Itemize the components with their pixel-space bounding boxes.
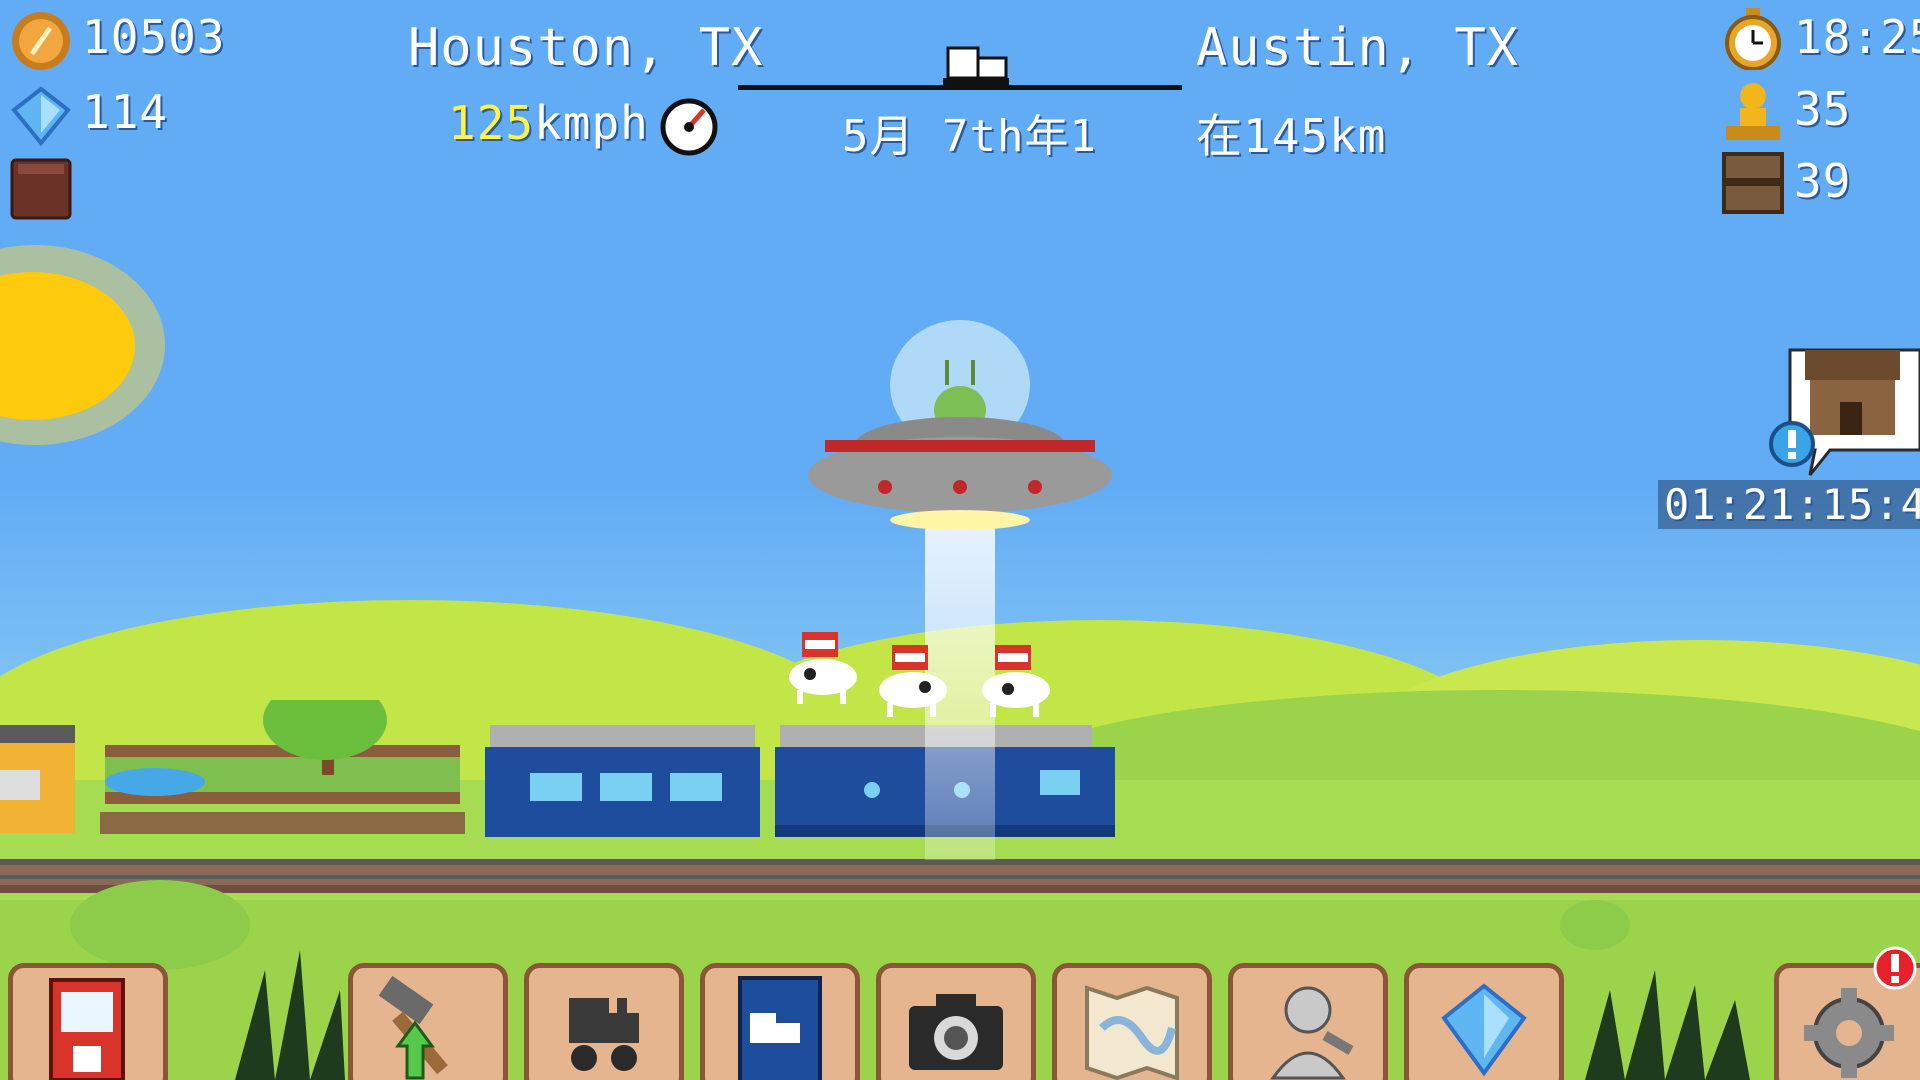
- passenger-icon: [1726, 83, 1780, 140]
- event-timer: 01:21:15:46: [1658, 480, 1920, 529]
- grass-tuft: [1585, 970, 1750, 1080]
- station-icon: [1805, 350, 1900, 435]
- game-clock: 18:25: [1794, 10, 1920, 64]
- vending-machine-icon: [49, 978, 125, 1080]
- game-date: 5月 7th年1: [842, 111, 1097, 162]
- cow-with-tnt: [789, 632, 857, 704]
- map-button[interactable]: [1052, 963, 1212, 1080]
- train-progress-icon: [943, 46, 1009, 85]
- locomotive-icon: [569, 998, 639, 1071]
- ufo[interactable]: [805, 315, 1115, 535]
- coin-icon: [12, 12, 70, 70]
- game-scene: 10503 114 Houston, TX Austin, TX 125kmph…: [0, 0, 1920, 1080]
- speed-readout: 125kmph: [448, 96, 649, 150]
- gem-shop-button[interactable]: [1404, 963, 1564, 1080]
- speed-unit: kmph: [534, 96, 649, 150]
- grass-tuft: [235, 950, 345, 1080]
- cow-with-tnt: [982, 645, 1050, 717]
- upgrade-button[interactable]: [348, 963, 508, 1080]
- gem-icon: [1441, 983, 1527, 1077]
- stopwatch-icon: [1725, 8, 1781, 70]
- distance-remaining: 在145km: [1196, 109, 1387, 163]
- train-book-icon: [738, 976, 822, 1080]
- settings-alert-icon: [1873, 946, 1917, 990]
- book-icon[interactable]: [10, 158, 72, 220]
- hammer-upgrade-icon: [378, 975, 448, 1080]
- speedometer-icon: [660, 98, 718, 156]
- crate-icon: [1722, 152, 1784, 214]
- passenger-count: 35: [1794, 82, 1852, 136]
- cow-with-tnt: [879, 645, 947, 717]
- destination-city: Austin, TX: [1196, 18, 1520, 78]
- coin-count: 10503: [82, 10, 226, 64]
- train-book-button[interactable]: [700, 963, 860, 1080]
- bush: [1560, 900, 1630, 950]
- shop-button[interactable]: [8, 963, 168, 1080]
- route-progress-bar: [738, 46, 1182, 90]
- gem-count: 114: [82, 85, 169, 139]
- gem-icon: [11, 86, 71, 147]
- map-icon: [1085, 985, 1179, 1080]
- bush: [70, 880, 250, 970]
- camera-icon: [909, 994, 1003, 1070]
- origin-city: Houston, TX: [408, 18, 764, 78]
- crew-button[interactable]: [1228, 963, 1388, 1080]
- crew-wrench-icon: [1270, 986, 1354, 1080]
- exclamation-icon: [1769, 421, 1815, 467]
- speed-value: 125: [448, 96, 535, 150]
- trains-button[interactable]: [524, 963, 684, 1080]
- camera-button[interactable]: [876, 963, 1036, 1080]
- cargo-count: 39: [1794, 154, 1852, 208]
